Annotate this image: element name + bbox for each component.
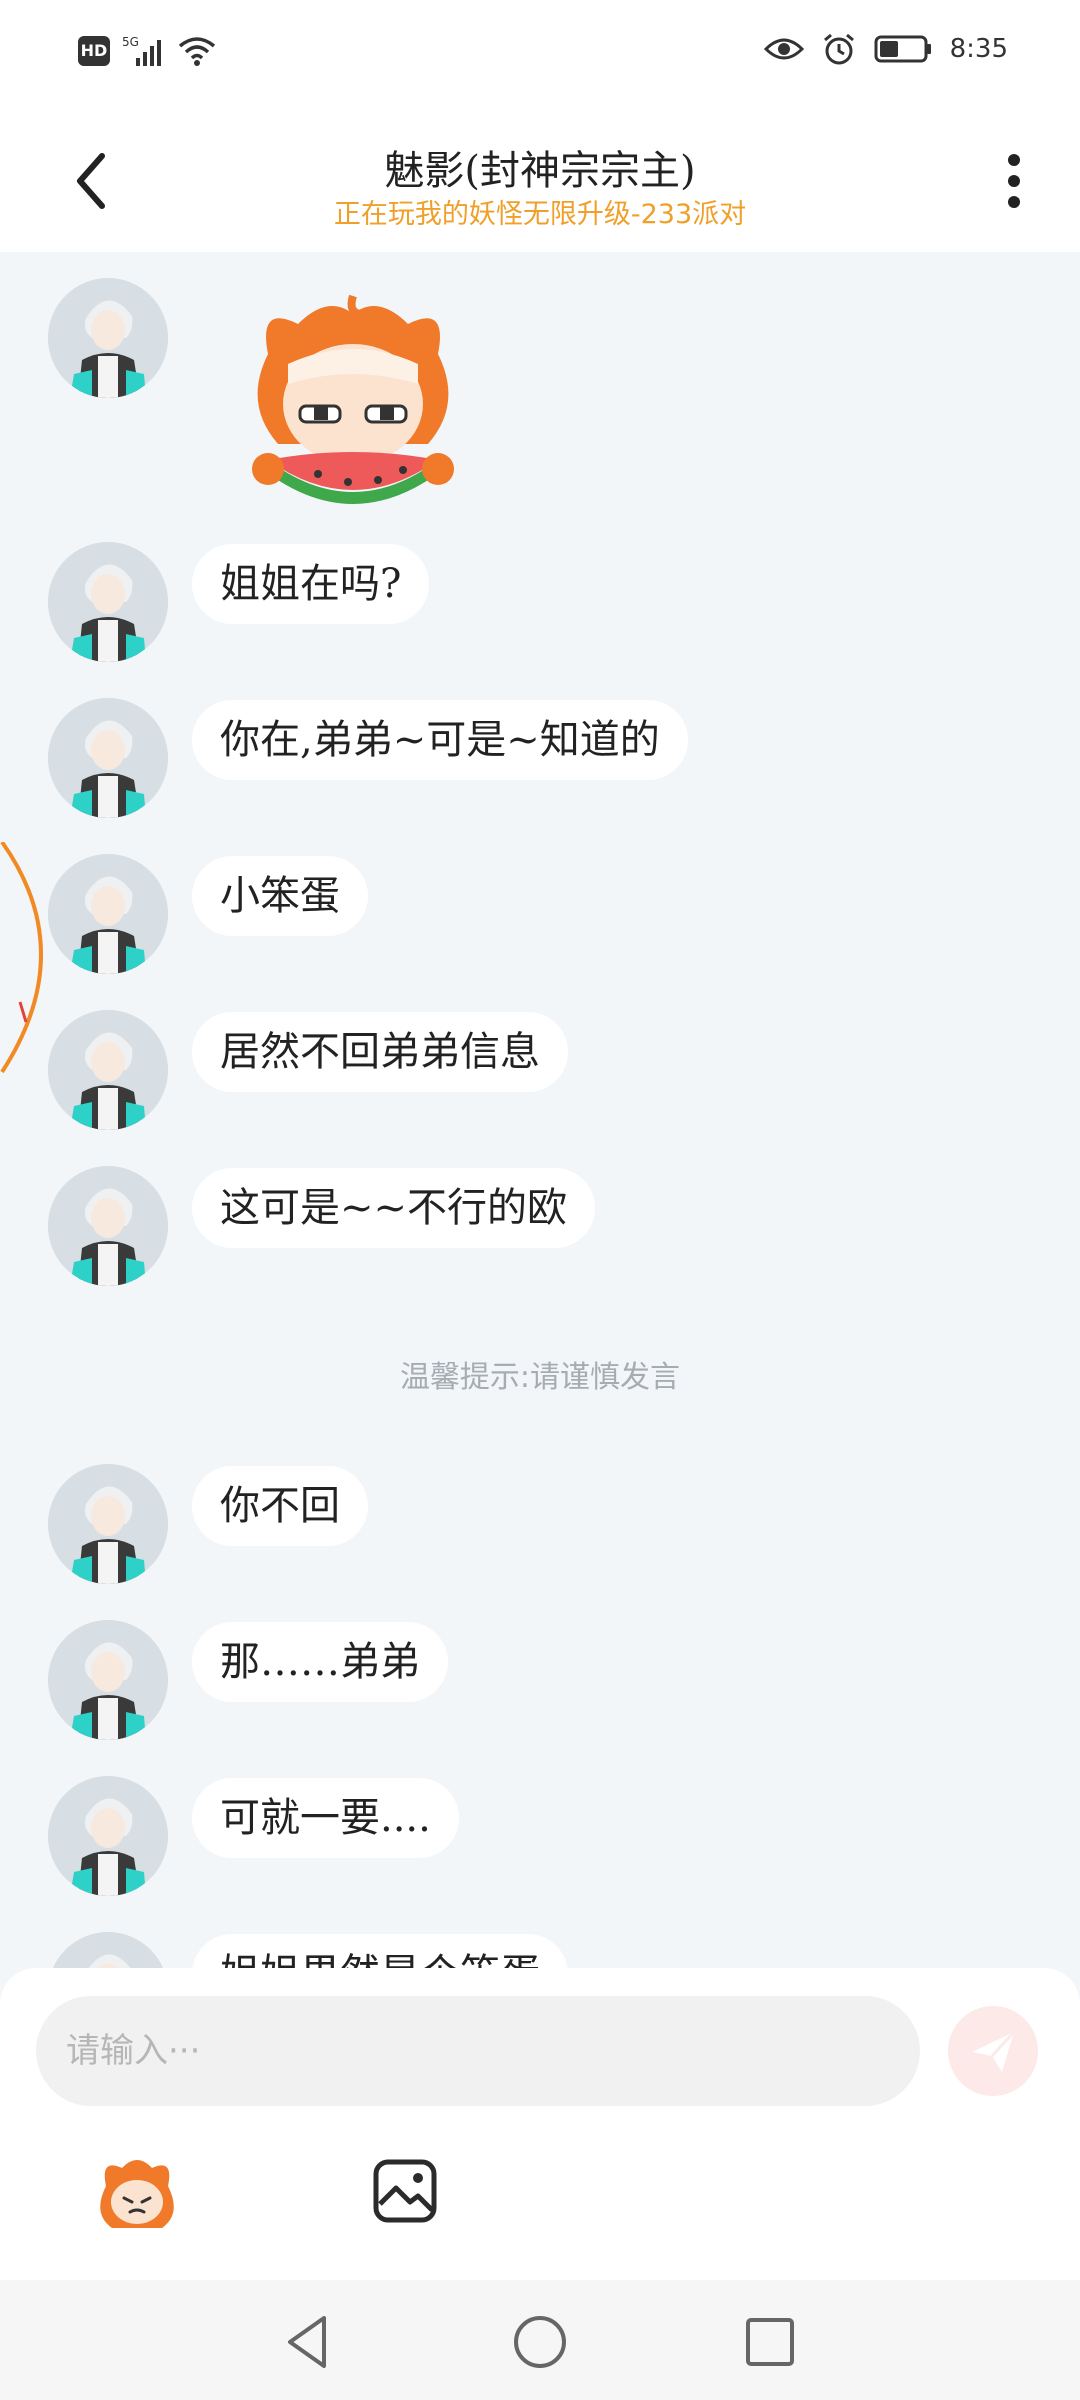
network-label: 5G [122,35,139,49]
chat-title: 魅影(封神宗宗主) [384,148,696,194]
avatar[interactable] [48,1932,168,1972]
message-row: 居然不回弟弟信息 [0,1010,1080,1140]
message-input[interactable] [36,1996,920,2106]
avatar-character-icon [51,1932,165,1972]
message-bubble[interactable]: 可就一要.... [192,1778,459,1858]
chat-header: 魅影(封神宗宗主) 正在玩我的妖怪无限升级-233派对 [0,108,1080,252]
safety-hint: 温馨提示:请谨慎发言 [399,1360,681,1395]
floating-edge-decoration-icon[interactable] [0,842,70,1082]
status-right: 8:35 [763,32,1008,66]
nav-home-icon[interactable] [508,2310,572,2374]
message-row: 姐姐在吗? [0,542,1080,672]
message-bubble[interactable]: 小笨蛋 [192,856,368,936]
message-bubble[interactable]: 姐姐果然是个笨蛋 [192,1934,568,1972]
system-nav-bar [0,2280,1080,2400]
message-row: 你在,弟弟~可是~知道的 [0,698,1080,828]
avatar[interactable] [48,698,168,818]
message-composer [0,1968,1080,2280]
battery-icon [874,35,931,63]
status-left: HD 5G [78,34,216,68]
avatar[interactable] [48,1620,168,1740]
signal-icon: 5G [122,35,161,66]
wifi-icon [178,37,216,66]
send-icon [972,2030,1016,2072]
nav-recents-icon[interactable] [738,2310,802,2374]
avatar-character-icon [48,1166,168,1286]
send-button[interactable] [948,2006,1038,2096]
message-bubble[interactable]: 这可是~~不行的欧 [192,1168,596,1248]
message-row: 这可是~~不行的欧 [0,1166,1080,1296]
alarm-icon [823,33,854,65]
avatar-character-icon [48,1620,168,1740]
avatar[interactable] [48,278,168,398]
message-row: 小笨蛋 [0,854,1080,984]
message-bubble[interactable]: 姐姐在吗? [192,544,430,624]
message-bubble[interactable]: 那……弟弟 [192,1622,448,1702]
avatar[interactable] [48,1776,168,1896]
message-row: 那……弟弟 [0,1620,1080,1750]
avatar-character-icon [48,542,168,662]
message-row: 姐姐果然是个笨蛋 [0,1932,1080,1972]
message-bubble[interactable]: 你不回 [192,1466,368,1546]
avatar-character-icon [48,698,168,818]
message-bubble[interactable]: 你在,弟弟~可是~知道的 [192,700,688,780]
clock-time: 8:35 [949,34,1008,64]
message-list[interactable]: 姐姐在吗? 你在,弟弟~可是~知道的 小笨蛋 居然不回弟弟信息 这可是~~不行的… [0,252,1080,1972]
avatar[interactable] [48,1464,168,1584]
message-row: 你不回 [0,1464,1080,1594]
hd-badge: HD [78,36,110,66]
image-icon[interactable] [372,2158,438,2224]
avatar-character-icon [48,1464,168,1584]
status-bar: HD 5G 8:35 [0,0,1080,108]
eye-icon [763,38,804,60]
emoji-sticker-icon[interactable] [92,2152,182,2236]
message-row-sticker [0,268,1080,528]
chat-screen: HD 5G 8:35 魅影(封神宗宗主) 正在玩我的妖怪无限升级-233派对 姐… [0,0,1080,2400]
watermelon-sticker-icon[interactable] [228,294,478,524]
nav-back-icon[interactable] [276,2310,340,2374]
playing-status[interactable]: 正在玩我的妖怪无限升级-233派对 [0,192,1080,231]
avatar[interactable] [48,1166,168,1286]
avatar-character-icon [48,1776,168,1896]
more-options-icon[interactable] [984,146,1044,216]
message-bubble[interactable]: 居然不回弟弟信息 [192,1012,568,1092]
message-row: 可就一要.... [0,1776,1080,1906]
avatar[interactable] [48,542,168,662]
avatar-character-icon [48,278,168,398]
